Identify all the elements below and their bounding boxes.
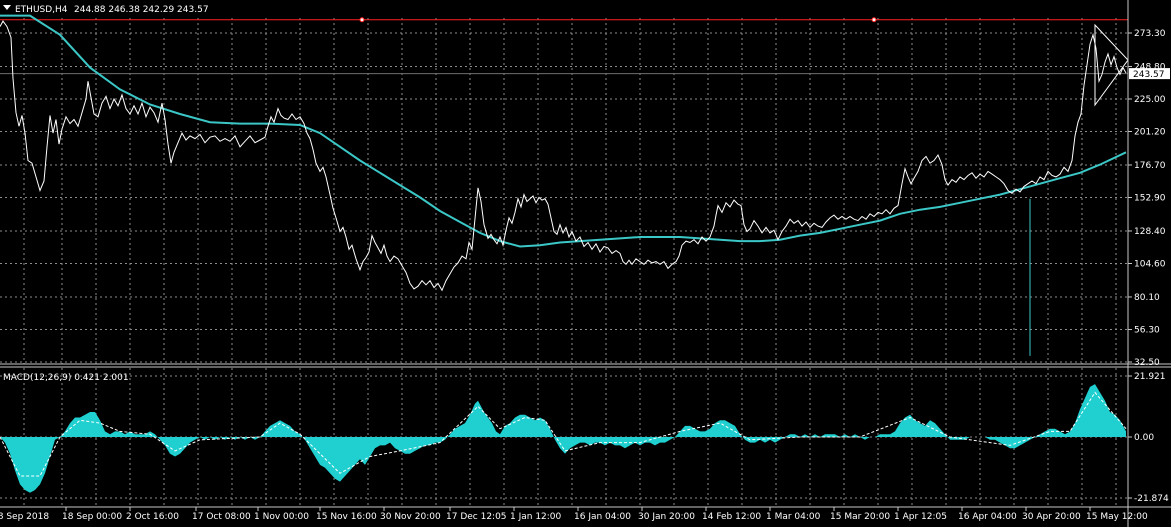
- time-tick-label: 15 Mar 20:00: [830, 512, 890, 522]
- time-tick-label: 15 Nov 16:00: [316, 512, 377, 522]
- time-tick-label: 15 May 12:00: [1086, 512, 1148, 522]
- current-price-value: 243.57: [1133, 70, 1165, 80]
- macd-title: MACD(12,26,9) 0.421 2.001: [3, 373, 129, 383]
- time-tick-label: 14 Feb 12:00: [702, 512, 761, 522]
- current-price-tag: 243.57: [1129, 68, 1170, 80]
- macd-tick-label: -21.874: [1134, 494, 1169, 504]
- time-tick-label: 16 Jan 04:00: [574, 512, 631, 522]
- time-tick-label: 16 Apr 04:00: [958, 512, 1017, 522]
- time-tick-label: 1 Nov 00:00: [254, 512, 309, 522]
- ohlc-values: 244.88 246.38 242.29 243.57: [74, 5, 209, 15]
- price-tick-label: 201.20: [1134, 128, 1166, 138]
- macd-tick-label: 21.921: [1134, 372, 1166, 382]
- price-tick-label: 104.60: [1134, 259, 1166, 269]
- price-tick-label: 273.30: [1134, 29, 1166, 39]
- time-tick-label: 18 Sep 00:00: [62, 512, 122, 522]
- time-tick-label: 30 Jan 20:00: [638, 512, 695, 522]
- resistance-handle[interactable]: [871, 17, 877, 23]
- price-tick-label: 176.70: [1134, 161, 1166, 171]
- price-tick-label: 32.50: [1134, 358, 1160, 368]
- time-tick-label: 17 Dec 12:05: [446, 512, 507, 522]
- macd-tick-label: 0.00: [1134, 433, 1154, 443]
- symbol-title: ETHUSD,H4: [15, 5, 68, 15]
- time-tick-label: 17 Oct 08:00: [192, 512, 251, 522]
- time-tick-label: 30 Nov 20:00: [380, 512, 441, 522]
- price-tick-label: 80.10: [1134, 293, 1160, 303]
- price-tick-label: 152.90: [1134, 194, 1166, 204]
- time-tick-label: 1 Apr 12:05: [894, 512, 947, 522]
- chart-canvas: 273.30248.80225.00201.20176.70152.90128.…: [0, 0, 1171, 527]
- resistance-handle[interactable]: [359, 17, 365, 23]
- time-tick-label: 30 Apr 20:00: [1022, 512, 1081, 522]
- time-tick-label: 1 Mar 04:00: [766, 512, 821, 522]
- price-tick-label: 56.30: [1134, 325, 1160, 335]
- price-tick-label: 225.00: [1134, 95, 1166, 105]
- price-tick-label: 128.40: [1134, 227, 1166, 237]
- time-tick-label: 28 Sep 2018: [0, 512, 49, 522]
- time-tick-label: 1 Jan 12:00: [510, 512, 562, 522]
- time-tick-label: 2 Oct 16:00: [126, 512, 179, 522]
